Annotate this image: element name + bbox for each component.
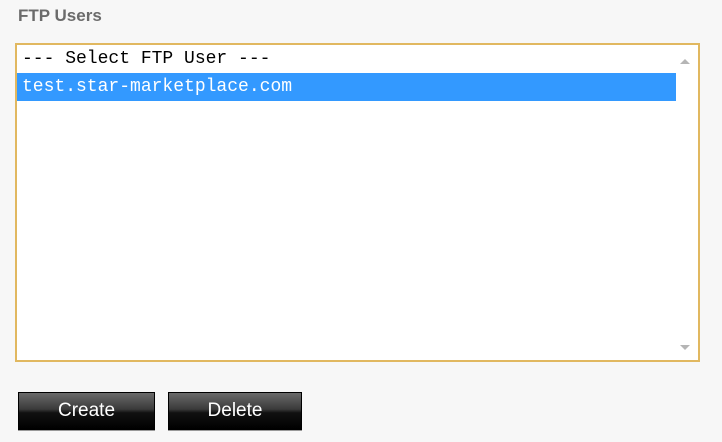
ftp-users-panel: FTP Users --- Select FTP User --- test.s… [0, 0, 722, 442]
scroll-up-arrow-icon[interactable] [680, 59, 690, 64]
ftp-user-listbox[interactable]: --- Select FTP User --- test.star-market… [15, 43, 700, 362]
option-ftp-user[interactable]: test.star-marketplace.com [17, 73, 676, 101]
listbox-scrollbar[interactable] [676, 45, 698, 360]
option-select-placeholder[interactable]: --- Select FTP User --- [17, 45, 676, 73]
delete-button[interactable]: Delete [168, 392, 302, 430]
scroll-down-arrow-icon[interactable] [680, 345, 690, 350]
ftp-user-options: --- Select FTP User --- test.star-market… [17, 45, 676, 360]
create-button[interactable]: Create [18, 392, 155, 430]
section-title: FTP Users [18, 6, 102, 25]
